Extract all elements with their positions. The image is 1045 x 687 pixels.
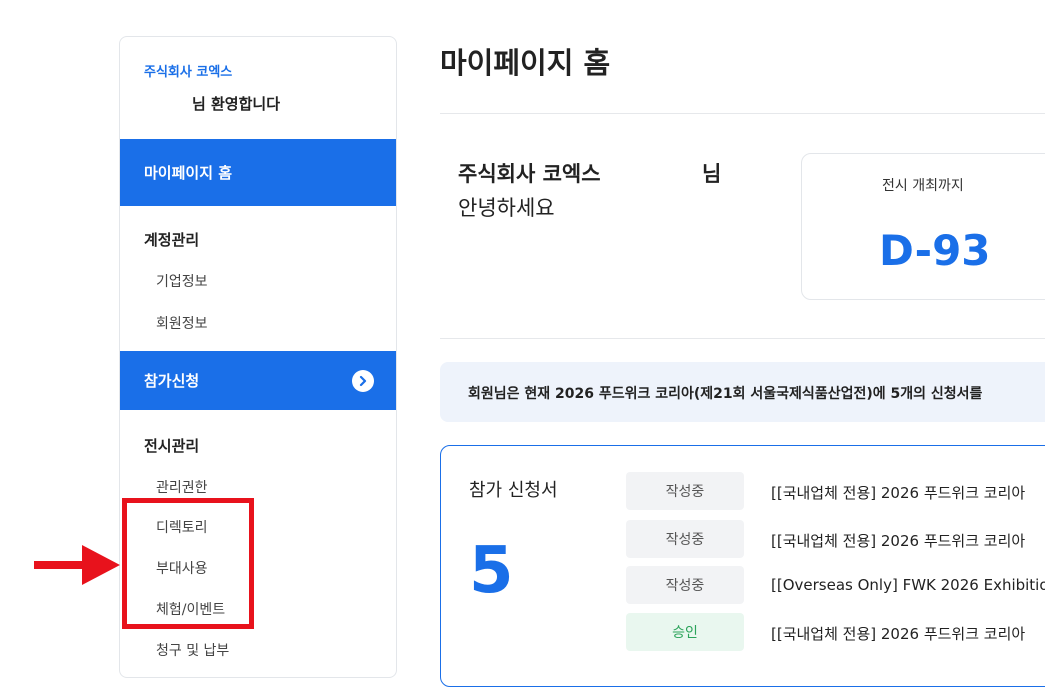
sidebar-item-company-info[interactable]: 기업정보 bbox=[120, 271, 396, 291]
sidebar-item-billing[interactable]: 청구 및 납부 bbox=[120, 640, 396, 660]
divider bbox=[440, 338, 1045, 339]
sidebar-section-exhibit[interactable]: 전시관리 bbox=[120, 435, 396, 456]
status-badge: 작성중 bbox=[626, 520, 744, 558]
application-title[interactable]: [[Overseas Only] FWK 2026 Exhibition bbox=[771, 576, 1045, 594]
dday-label: 전시 개최까지 bbox=[882, 178, 964, 194]
application-title[interactable]: [[국내업체 전용] 2026 푸드위크 코리아 bbox=[771, 530, 1025, 551]
application-card: 참가 신청서 5 작성중 [[국내업체 전용] 2026 푸드위크 코리아 작성… bbox=[440, 445, 1045, 687]
company-name: 주식회사 코엑스 bbox=[144, 65, 233, 80]
status-badge: 작성중 bbox=[626, 566, 744, 604]
notice-banner: 회원님은 현재 2026 푸드위크 코리아(제21회 서울국제식품산업전)에 5… bbox=[440, 362, 1045, 422]
highlight-box bbox=[122, 498, 254, 629]
sidebar-section-account[interactable]: 계정관리 bbox=[120, 229, 396, 250]
application-title[interactable]: [[국내업체 전용] 2026 푸드위크 코리아 bbox=[771, 482, 1025, 503]
chevron-right-icon bbox=[352, 369, 374, 392]
application-row[interactable]: 승인 [[국내업체 전용] 2026 푸드위크 코리아 bbox=[626, 613, 1045, 651]
status-badge: 작성중 bbox=[626, 472, 744, 510]
sidebar-item-member-info[interactable]: 회원정보 bbox=[120, 313, 396, 333]
sidebar-item-home[interactable]: 마이페이지 홈 bbox=[120, 139, 396, 206]
red-arrow-icon bbox=[34, 545, 120, 585]
application-title[interactable]: [[국내업체 전용] 2026 푸드위크 코리아 bbox=[771, 623, 1025, 644]
sidebar-item-label: 참가신청 bbox=[144, 372, 200, 390]
sidebar-item-apply[interactable]: 참가신청 bbox=[120, 351, 396, 410]
application-row[interactable]: 작성중 [[국내업체 전용] 2026 푸드위크 코리아 bbox=[626, 472, 1045, 510]
sidebar-item-label: 마이페이지 홈 bbox=[144, 164, 233, 182]
application-count: 5 bbox=[469, 534, 514, 608]
application-row[interactable]: 작성중 [[Overseas Only] FWK 2026 Exhibition bbox=[626, 566, 1045, 604]
divider bbox=[440, 113, 1045, 114]
welcome-text: 님 환영합니다 bbox=[191, 95, 281, 113]
application-label: 참가 신청서 bbox=[469, 480, 558, 501]
dday-value: D-93 bbox=[879, 226, 991, 275]
application-row[interactable]: 작성중 [[국내업체 전용] 2026 푸드위크 코리아 bbox=[626, 520, 1045, 558]
status-badge: 승인 bbox=[626, 613, 744, 651]
page-title: 마이페이지 홈 bbox=[440, 46, 611, 80]
greeting-hello: 안녕하세요 bbox=[458, 196, 555, 220]
greeting-company: 주식회사 코엑스 bbox=[458, 162, 601, 186]
notice-text: 회원님은 현재 2026 푸드위크 코리아(제21회 서울국제식품산업전)에 5… bbox=[468, 386, 983, 402]
sidebar-item-permissions[interactable]: 관리권한 bbox=[120, 477, 396, 497]
greeting-suffix: 님 bbox=[702, 162, 722, 186]
dday-card: 전시 개최까지 D-93 bbox=[801, 153, 1045, 300]
